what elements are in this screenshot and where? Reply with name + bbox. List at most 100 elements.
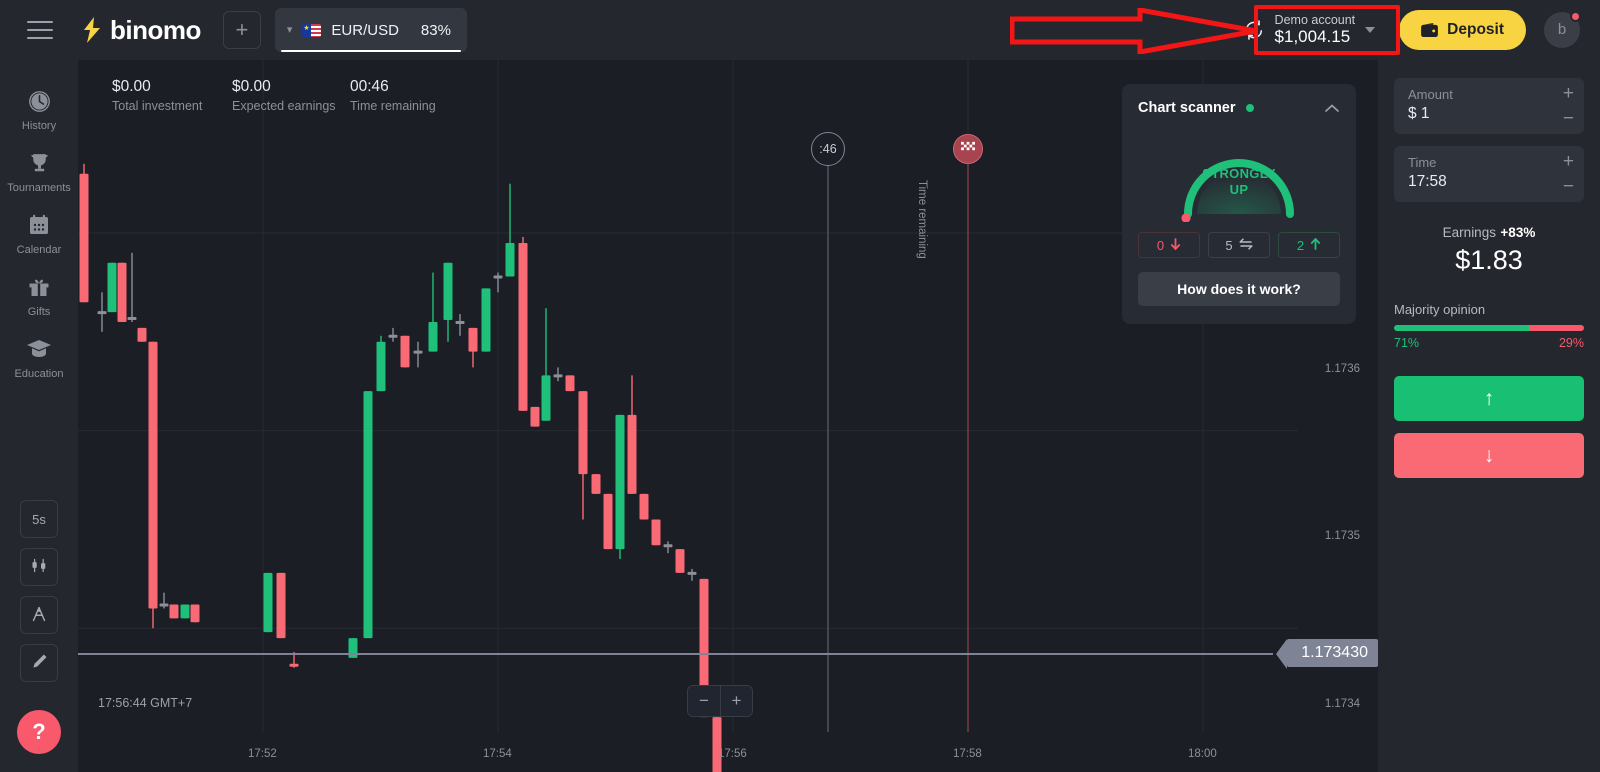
chart-area[interactable]: $0.00 Total investment $0.00 Expected ea… [78, 60, 1378, 772]
majority-up-percent: 71% [1394, 336, 1420, 350]
deal-timer-marker: :46 [811, 132, 845, 166]
trade-panel: Amount $ 1 + − Time 17:58 + − Earnings +… [1378, 60, 1600, 772]
indicators-button[interactable] [20, 596, 58, 634]
expiry-marker[interactable] [953, 134, 983, 164]
stat-label: Total investment [112, 99, 203, 113]
majority-down-percent: 29% [1558, 336, 1584, 350]
arrow-up-icon: ↑ [1483, 386, 1495, 410]
help-label: ? [32, 719, 46, 744]
wallet-icon [1421, 22, 1439, 37]
sidebar-item-history[interactable]: History [0, 78, 78, 140]
indicators-icon [29, 604, 49, 627]
binomo-logo: binomo [81, 15, 201, 46]
draw-button[interactable] [20, 644, 58, 682]
zoom-out-button[interactable]: − [688, 686, 720, 716]
amount-field[interactable]: Amount $ 1 + − [1394, 78, 1584, 134]
topbar-right-group: Demo account $1,004.15 Deposit b [1231, 9, 1600, 52]
account-balance: $1,004.15 [1274, 26, 1351, 46]
calendar-icon [0, 212, 78, 238]
scanner-header: Chart scanner [1138, 100, 1340, 116]
scanner-title: Chart scanner [1138, 100, 1236, 116]
sidebar-item-education[interactable]: Education [0, 326, 78, 388]
stat-value: 00:46 [350, 78, 389, 95]
sidebar-item-calendar[interactable]: Calendar [0, 202, 78, 264]
sidebar-item-label: Education [14, 368, 64, 380]
gift-icon [0, 274, 78, 300]
zoom-in-button[interactable]: + [720, 686, 752, 716]
eur-usd-flag-icon [302, 23, 322, 37]
count-value: 5 [1225, 237, 1233, 253]
chart-type-button[interactable] [20, 548, 58, 586]
sidebar-item-label: Calendar [16, 244, 62, 256]
deposit-label: Deposit [1447, 20, 1504, 38]
stat-label: Time remaining [350, 99, 436, 113]
hamburger-menu-icon[interactable] [27, 21, 53, 39]
price-tick: 1.1735 [1324, 530, 1360, 542]
call-up-button[interactable]: ↑ [1394, 376, 1584, 421]
refresh-icon [1243, 19, 1265, 41]
timeframe-label: 5s [32, 511, 46, 527]
chart-clock: 17:56:44 GMT+7 [98, 696, 193, 710]
stat-total-investment: $0.00 Total investment [112, 78, 232, 113]
time-decrease-button[interactable]: − [1563, 177, 1574, 196]
account-caret-icon [1365, 26, 1376, 33]
sidebar-item-tournaments[interactable]: Tournaments [0, 140, 78, 202]
avatar-initial: b [1557, 21, 1567, 39]
avatar[interactable]: b [1544, 10, 1581, 48]
time-stepper[interactable]: + − [1563, 152, 1574, 196]
how-does-it-work-label: How does it work? [1177, 281, 1301, 297]
checkered-flag-icon [960, 140, 977, 158]
pencil-icon [30, 652, 49, 674]
time-field[interactable]: Time 17:58 + − [1394, 146, 1584, 202]
amount-stepper[interactable]: + − [1563, 84, 1574, 128]
sidebar-item-label: Tournaments [7, 182, 71, 194]
chart-scanner-panel[interactable]: Chart scanner STRONGLY UP 0 5 2 How does… [1122, 84, 1356, 324]
earnings-label: Earnings [1442, 225, 1496, 240]
arrow-up-icon [1310, 237, 1321, 253]
majority-opinion-bar [1394, 325, 1584, 331]
time-increase-button[interactable]: + [1563, 152, 1574, 171]
stat-expected-earnings: $0.00 Expected earnings [232, 78, 350, 113]
sideways-arrows-icon [1239, 237, 1253, 253]
scanner-counts: 0 5 2 [1138, 232, 1340, 258]
gauge-verdict-line2: UP [1229, 182, 1249, 198]
sidebar-item-gifts[interactable]: Gifts [0, 264, 78, 326]
asset-selector[interactable]: ▾ EUR/USD 83% [274, 8, 467, 52]
put-down-button[interactable]: ↓ [1394, 433, 1584, 478]
chevron-down-icon: ▾ [286, 23, 293, 36]
add-asset-button[interactable]: + [222, 11, 261, 49]
count-value: 0 [1156, 237, 1165, 253]
sentiment-gauge: STRONGLY UP [1169, 130, 1309, 223]
scanner-status-dot [1245, 104, 1254, 112]
how-does-it-work-button[interactable]: How does it work? [1138, 272, 1340, 306]
timeframe-button[interactable]: 5s [20, 500, 58, 538]
account-label: Demo account [1274, 12, 1356, 27]
scanner-count-down[interactable]: 0 [1138, 232, 1200, 258]
clock-icon [0, 88, 78, 114]
chevron-up-icon[interactable] [1324, 101, 1340, 116]
majority-opinion-label: Majority opinion [1394, 302, 1486, 317]
deposit-button[interactable]: Deposit [1399, 9, 1526, 50]
logo-text: binomo [110, 14, 201, 45]
help-button[interactable]: ? [17, 710, 61, 754]
current-price-line [78, 653, 1273, 655]
scanner-count-up[interactable]: 2 [1278, 232, 1340, 258]
time-tick: 17:54 [483, 748, 512, 760]
amount-decrease-button[interactable]: − [1563, 109, 1574, 128]
stat-label: Expected earnings [232, 99, 336, 113]
trade-stats: $0.00 Total investment $0.00 Expected ea… [112, 78, 470, 113]
asset-name: EUR/USD [331, 21, 399, 39]
stat-value: $0.00 [112, 78, 151, 95]
chart-zoom-controls[interactable]: − + [687, 685, 753, 717]
time-label: Time [1408, 155, 1437, 170]
amount-increase-button[interactable]: + [1563, 84, 1574, 103]
scanner-count-flat[interactable]: 5 [1208, 232, 1270, 258]
candlestick-chart-icon [30, 556, 49, 578]
arrow-down-icon: ↓ [1483, 443, 1495, 467]
majority-bar-up [1394, 325, 1529, 331]
majority-opinion: Majority opinion 71% 29% [1394, 302, 1584, 350]
account-switcher[interactable]: Demo account $1,004.15 [1231, 9, 1382, 52]
earnings-amount: $1.83 [1455, 245, 1523, 275]
time-remaining-vertical-label: Time remaining [916, 180, 928, 259]
majority-values: 71% 29% [1394, 336, 1584, 350]
